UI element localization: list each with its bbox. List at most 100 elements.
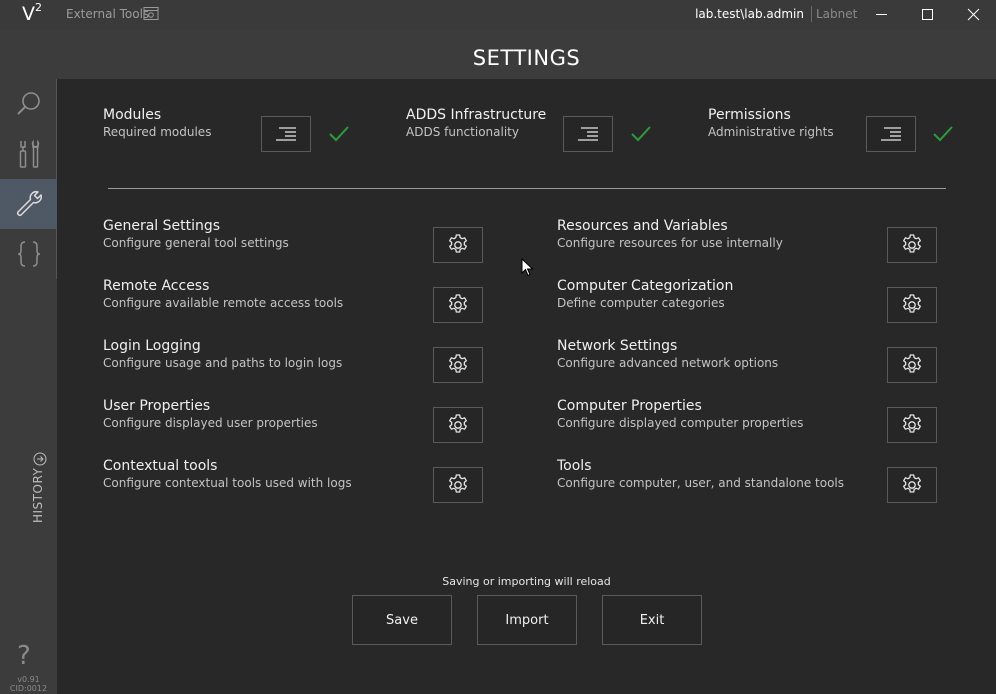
setting-subtitle: Configure resources for use internally	[557, 236, 783, 250]
permissions-list-button[interactable]	[866, 116, 916, 152]
domain-label: Labnet	[816, 7, 858, 21]
setting-subtitle: Configure displayed user properties	[103, 416, 318, 430]
remote-access-button[interactable]	[433, 287, 483, 323]
maximize-button[interactable]	[904, 0, 950, 29]
prereq-modules: Modules Required modules	[103, 106, 211, 140]
setting-title: Login Logging	[103, 338, 201, 354]
setting-user-properties: User Properties Configure displayed user…	[103, 397, 318, 431]
prereq-title: Permissions	[708, 107, 791, 123]
adds-check-icon	[631, 126, 651, 142]
prereq-title: ADDS Infrastructure	[406, 107, 547, 123]
gear-icon	[449, 294, 467, 313]
gear-icon	[449, 234, 467, 253]
prereq-subtitle: ADDS functionality	[406, 125, 519, 139]
setting-title: Resources and Variables	[557, 218, 728, 234]
cid-label: CID:0012	[9, 684, 48, 693]
setting-contextual-tools: Contextual tools Configure contextual to…	[103, 457, 352, 491]
setting-title: General Settings	[103, 218, 221, 234]
setting-computer-properties: Computer Properties Configure displayed …	[557, 397, 803, 431]
version-label: v0.91	[17, 675, 40, 684]
title-separator	[811, 6, 812, 22]
import-button[interactable]: Import	[477, 595, 577, 645]
setting-subtitle: Configure computer, user, and standalone…	[557, 476, 845, 490]
gear-icon	[903, 234, 921, 253]
reload-note: Saving or importing will reload	[442, 575, 611, 588]
setting-computer-categorization: Computer Categorization Define computer …	[557, 277, 733, 311]
setting-title: Contextual tools	[103, 458, 218, 474]
prereq-permissions: Permissions Administrative rights	[708, 106, 834, 140]
sidebar-item-settings[interactable]	[0, 179, 57, 229]
user-properties-button[interactable]	[433, 407, 483, 443]
page-header: SETTINGS	[57, 29, 996, 79]
title-bar: V2 External Tools lab.test\lab.admin Lab…	[0, 0, 996, 29]
sidebar-item-tools[interactable]	[0, 129, 57, 179]
prereq-title: Modules	[103, 107, 162, 123]
setting-network-settings: Network Settings Configure advanced netw…	[557, 337, 778, 371]
history-arrow-icon[interactable]	[33, 452, 47, 466]
settings-content: Modules Required modules ADDS Infrastruc…	[57, 79, 996, 694]
external-tools-icon[interactable]	[143, 6, 159, 21]
app-logo: V2	[22, 1, 42, 25]
login-logging-button[interactable]	[433, 347, 483, 383]
setting-subtitle: Configure contextual tools used with log…	[103, 476, 352, 490]
setting-tools: Tools Configure computer, user, and stan…	[557, 457, 844, 491]
setting-resources-variables: Resources and Variables Configure resour…	[557, 217, 783, 251]
general-settings-button[interactable]	[433, 227, 483, 263]
history-tab[interactable]: HISTORY	[31, 468, 45, 523]
permissions-check-icon	[933, 126, 953, 142]
minimize-button[interactable]	[858, 0, 904, 29]
computer-properties-button[interactable]	[887, 407, 937, 443]
list-icon	[881, 127, 901, 141]
setting-subtitle: Configure displayed computer properties	[557, 416, 804, 430]
adds-list-button[interactable]	[563, 116, 613, 152]
contextual-tools-button[interactable]	[433, 467, 483, 503]
prereq-adds: ADDS Infrastructure ADDS functionality	[406, 106, 546, 140]
modules-list-button[interactable]	[261, 116, 311, 152]
setting-general: General Settings Configure general tool …	[103, 217, 289, 251]
list-icon	[276, 127, 296, 141]
sidebar	[0, 29, 57, 694]
setting-subtitle: Configure available remote access tools	[103, 296, 344, 310]
setting-title: Remote Access	[103, 278, 210, 294]
gear-icon	[449, 414, 467, 433]
external-tools-label[interactable]: External Tools	[66, 7, 149, 21]
gear-icon	[903, 474, 921, 493]
setting-subtitle: Configure usage and paths to login logs	[103, 356, 343, 370]
setting-subtitle: Configure general tool settings	[103, 236, 289, 250]
section-divider	[108, 188, 946, 189]
setting-subtitle: Define computer categories	[557, 296, 725, 310]
computer-categorization-button[interactable]	[887, 287, 937, 323]
page-title: SETTINGS	[472, 46, 581, 70]
gear-icon	[903, 294, 921, 313]
setting-title: Computer Categorization	[557, 278, 734, 294]
tools-settings-button[interactable]	[887, 467, 937, 503]
current-user: lab.test\lab.admin	[695, 7, 804, 21]
prereq-subtitle: Required modules	[103, 125, 212, 139]
sidebar-item-scripts[interactable]	[0, 229, 57, 279]
sidebar-item-search[interactable]	[0, 79, 57, 129]
gear-icon	[903, 354, 921, 373]
prereq-subtitle: Administrative rights	[708, 125, 834, 139]
list-icon	[578, 127, 598, 141]
resources-variables-button[interactable]	[887, 227, 937, 263]
setting-title: Computer Properties	[557, 398, 702, 414]
gear-icon	[449, 474, 467, 493]
braces-icon	[17, 241, 40, 267]
setting-subtitle: Configure advanced network options	[557, 356, 779, 370]
setting-login-logging: Login Logging Configure usage and paths …	[103, 337, 342, 371]
gear-icon	[903, 414, 921, 433]
tools-icon	[19, 139, 39, 168]
save-button[interactable]: Save	[352, 595, 452, 645]
setting-title: Tools	[557, 458, 592, 474]
modules-check-icon	[329, 126, 349, 142]
close-button[interactable]	[950, 0, 996, 29]
setting-title: Network Settings	[557, 338, 678, 354]
gear-icon	[449, 354, 467, 373]
setting-remote-access: Remote Access Configure available remote…	[103, 277, 343, 311]
setting-title: User Properties	[103, 398, 211, 414]
search-icon	[16, 92, 40, 115]
help-icon[interactable]: ?	[17, 643, 31, 669]
network-settings-button[interactable]	[887, 347, 937, 383]
wrench-icon	[16, 190, 42, 217]
exit-button[interactable]: Exit	[602, 595, 702, 645]
